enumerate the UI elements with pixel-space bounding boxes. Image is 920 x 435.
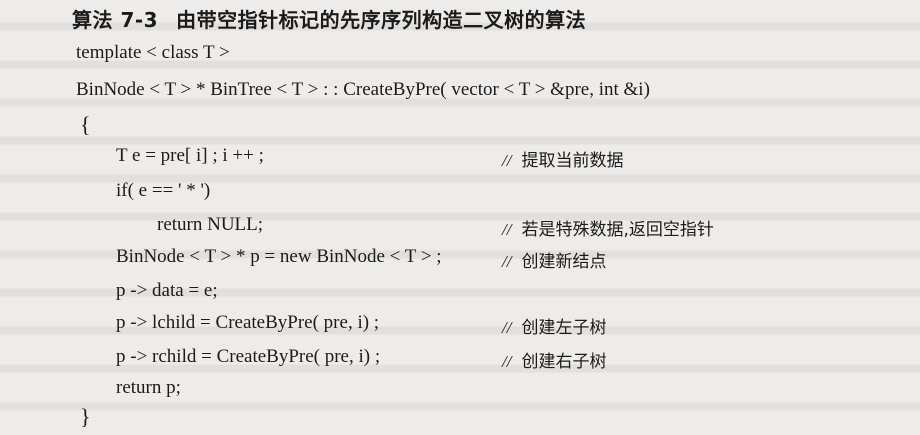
book-page: 算法 7-3 由带空指针标记的先序序列构造二叉树的算法 template < cl… [0,0,920,435]
code-template-line: template < class T > [76,42,230,63]
code-line-4: BinNode < T > * p = new BinNode < T > ; [116,246,442,267]
code-comment-7: //创建右子树 [502,352,607,372]
code-comment-6: //创建左子树 [502,318,607,338]
code-line-8: return p; [116,377,181,398]
code-line-1: T e = pre[ i] ; i ++ ; [116,145,264,166]
open-brace: { [80,112,91,137]
code-comment-1: //提取当前数据 [502,151,624,171]
code-comment-3: //若是特殊数据,返回空指针 [502,220,714,240]
close-brace: } [80,404,91,429]
bleed-through-background [0,0,920,435]
algorithm-number: 算法 7-3 [72,8,159,32]
code-line-7: p -> rchild = CreateByPre( pre, i) ; [116,346,381,367]
algorithm-title: 由带空指针标记的先序序列构造二叉树的算法 [176,8,587,32]
code-line-5: p -> data = e; [116,280,218,301]
code-signature-line: BinNode < T > * BinTree < T > : : Create… [76,79,650,100]
code-line-6: p -> lchild = CreateByPre( pre, i) ; [116,312,380,333]
code-line-3: return NULL; [157,214,264,235]
code-comment-4: //创建新结点 [502,252,607,272]
algorithm-heading: 算法 7-3 由带空指针标记的先序序列构造二叉树的算法 [72,4,586,33]
code-line-2: if( e == ' * ') [116,180,211,201]
